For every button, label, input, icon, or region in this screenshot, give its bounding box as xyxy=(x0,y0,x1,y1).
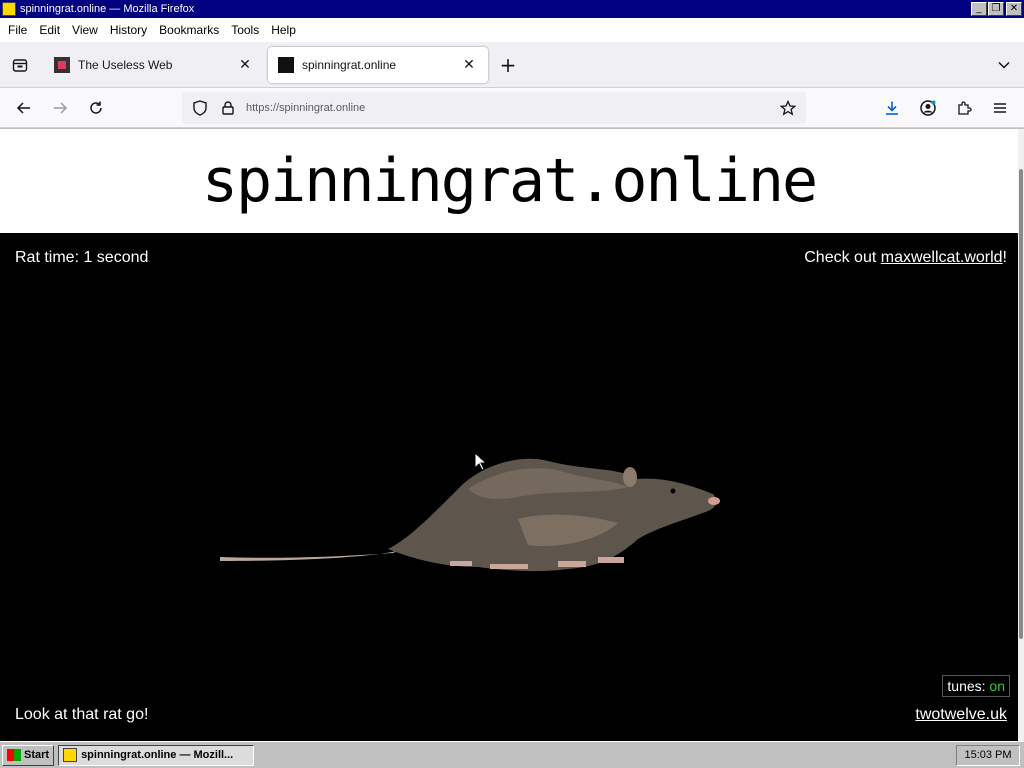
account-icon xyxy=(920,100,936,116)
page-header: spinningrat.online xyxy=(0,129,1018,233)
tagline: Look at that rat go! xyxy=(15,706,149,723)
firefox-view-icon xyxy=(12,58,28,72)
puzzle-icon xyxy=(958,101,972,115)
start-label: Start xyxy=(24,749,50,761)
check-out-prefix: Check out xyxy=(804,249,881,266)
menu-edit[interactable]: Edit xyxy=(33,23,66,37)
twotwelve-link[interactable]: twotwelve.uk xyxy=(915,706,1007,724)
tab-spinningrat[interactable]: spinningrat.online ✕ xyxy=(268,46,488,83)
spinning-rat-image xyxy=(220,458,720,572)
close-button[interactable]: ✕ xyxy=(1006,2,1022,16)
rat-time-counter: Rat time: 1 second xyxy=(15,249,149,266)
menu-file[interactable]: File xyxy=(2,23,33,37)
start-button[interactable]: Start xyxy=(2,744,55,766)
chevron-down-icon xyxy=(998,61,1010,69)
menu-bar: File Edit View History Bookmarks Tools H… xyxy=(0,18,1024,42)
menu-tools[interactable]: Tools xyxy=(225,23,265,37)
firefox-task-icon xyxy=(63,748,78,762)
menu-bookmarks[interactable]: Bookmarks xyxy=(153,23,225,37)
useless-web-favicon-icon xyxy=(54,56,70,73)
tab-close-icon[interactable]: ✕ xyxy=(460,56,478,73)
menu-history[interactable]: History xyxy=(104,23,153,37)
maxwellcat-link[interactable]: maxwellcat.world xyxy=(881,249,1003,266)
scrollbar-thumb[interactable] xyxy=(1019,169,1023,639)
reload-button[interactable] xyxy=(78,92,114,124)
site-title: spinningrat.online xyxy=(201,146,818,216)
firefox-view-button[interactable] xyxy=(0,42,40,88)
downloads-button[interactable] xyxy=(874,92,910,124)
tracking-protection-shield-icon[interactable] xyxy=(186,100,214,116)
mouse-cursor-icon xyxy=(475,453,487,471)
bookmark-star-icon[interactable] xyxy=(774,100,802,116)
windows-logo-icon xyxy=(7,749,21,761)
toolbar-right xyxy=(874,92,1018,124)
extensions-button[interactable] xyxy=(946,92,982,124)
app-menu-button[interactable] xyxy=(982,92,1018,124)
reload-icon xyxy=(90,101,102,114)
tab-useless-web[interactable]: The Useless Web ✕ xyxy=(44,47,264,83)
navigation-toolbar: https://spinningrat.online xyxy=(0,88,1024,128)
tunes-toggle[interactable]: tunes: on xyxy=(942,675,1010,697)
page-scrollbar[interactable] xyxy=(1018,129,1024,741)
tunes-state: on xyxy=(989,678,1005,694)
url-bar[interactable]: https://spinningrat.online xyxy=(182,92,806,124)
minimize-button[interactable]: _ xyxy=(971,2,987,16)
spinningrat-favicon-icon xyxy=(278,56,294,73)
arrow-left-icon xyxy=(16,101,30,114)
firefox-app-icon xyxy=(2,2,16,16)
window-controls: _ ❐ ✕ xyxy=(970,2,1022,16)
check-out-text: Check out maxwellcat.world! xyxy=(804,249,1007,267)
back-button[interactable] xyxy=(6,92,42,124)
menu-view[interactable]: View xyxy=(66,23,104,37)
arrow-right-icon xyxy=(54,101,68,114)
tab-label: The Useless Web xyxy=(78,57,173,72)
tab-strip: The Useless Web ✕ spinningrat.online ✕ + xyxy=(0,42,1024,88)
forward-button[interactable] xyxy=(42,92,78,124)
system-clock: 15:03 PM xyxy=(956,744,1020,766)
menu-help[interactable]: Help xyxy=(265,23,302,37)
account-button[interactable] xyxy=(910,92,946,124)
taskbar-item-firefox[interactable]: spinningrat.online — Mozill... xyxy=(58,744,255,766)
page-content: spinningrat.online Rat time: 1 second Ch… xyxy=(0,129,1018,741)
lock-icon[interactable] xyxy=(214,101,242,115)
hamburger-menu-icon xyxy=(994,103,1006,113)
url-text[interactable]: https://spinningrat.online xyxy=(242,102,774,114)
restore-button[interactable]: ❐ xyxy=(988,2,1004,16)
taskbar: Start spinningrat.online — Mozill... 15:… xyxy=(0,741,1024,768)
tunes-label: tunes: xyxy=(947,678,990,694)
tab-label: spinningrat.online xyxy=(302,57,397,72)
tab-close-icon[interactable]: ✕ xyxy=(236,56,254,73)
window-title: spinningrat.online — Mozilla Firefox xyxy=(20,3,195,15)
new-tab-button[interactable]: + xyxy=(488,42,528,88)
check-out-suffix: ! xyxy=(1002,249,1007,266)
window-titlebar: spinningrat.online — Mozilla Firefox _ ❐… xyxy=(0,0,1024,18)
list-all-tabs-button[interactable] xyxy=(984,58,1024,72)
download-icon xyxy=(886,101,898,115)
task-label: spinningrat.online — Mozill... xyxy=(81,749,234,761)
